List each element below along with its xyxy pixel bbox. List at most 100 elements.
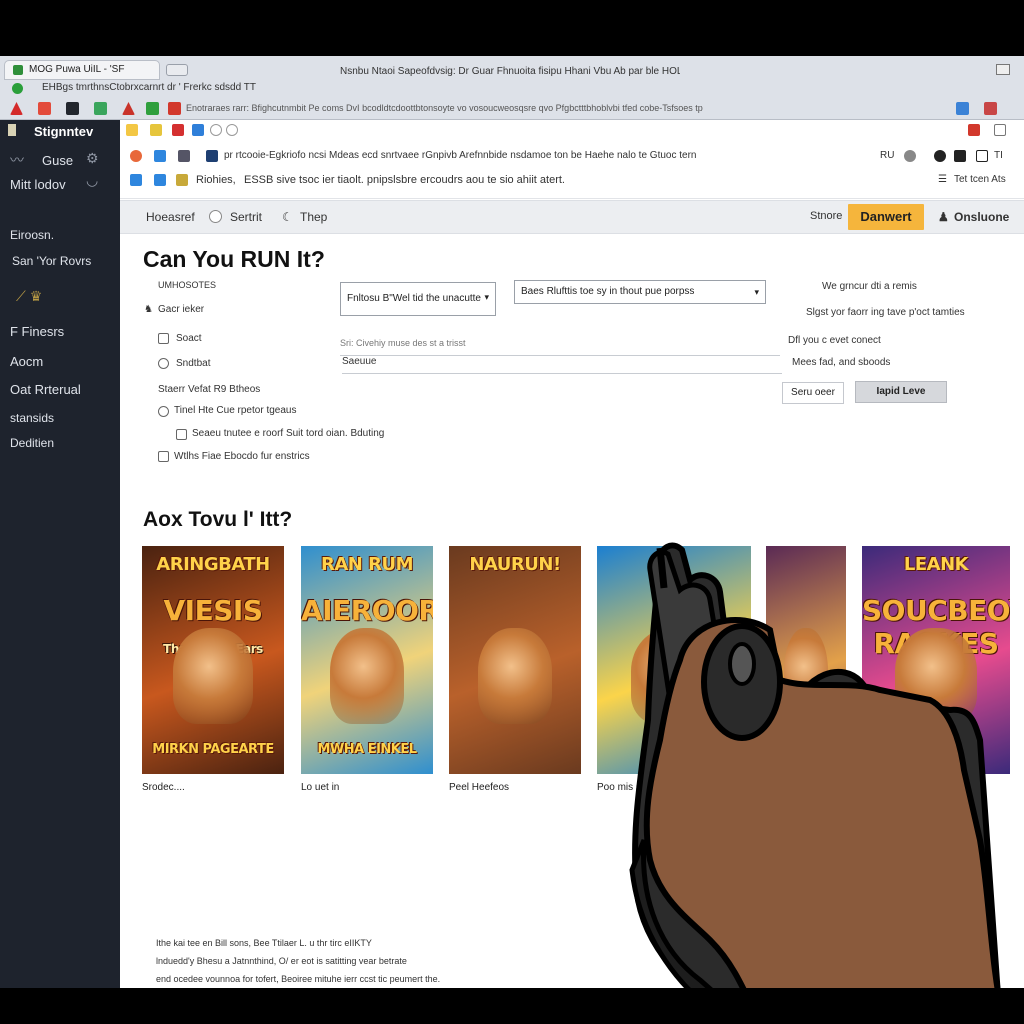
youtube-icon[interactable] [168, 102, 181, 115]
game-select-value: Fnltosu B"Wel tid the unacutte [347, 293, 481, 304]
tab-title: MOG Puwa UiIL - 'SF [29, 64, 125, 75]
extension-green-icon[interactable] [94, 102, 107, 115]
game-card-caption[interactable]: Peel Heefeos [449, 782, 509, 793]
game-card[interactable]: LEANKSOUCBEOY RAOKESOIVERSICK DIFE [862, 546, 1010, 774]
chat-icon[interactable] [154, 150, 166, 162]
address-bar[interactable]: EHBgs tmrthnsCtobrxcarnrt dr ' Frerkc sd… [4, 80, 1020, 98]
window-control-button[interactable] [996, 64, 1010, 75]
game-card-caption[interactable]: Srodec.... [142, 782, 185, 793]
game-card-caption[interactable]: Poo mis ster [597, 782, 653, 793]
game-card[interactable]: ARINGBATHVIESISThar Boors EarsMIRKN PAGE… [142, 546, 284, 774]
game-card[interactable]: RAN RUM AIEROOR MWHA EINKEL [301, 546, 433, 774]
check-2-box[interactable] [176, 429, 187, 440]
game-card-caption[interactable]: Lo uet in [301, 782, 339, 793]
sidebar-item-san-yor-rovrs[interactable]: San 'Yor Rovrs [12, 254, 91, 268]
bookmarks-row-2-right[interactable]: Tet tcen Ats [954, 174, 1006, 185]
game-card-art-text: MIRKN PAGEARTE [152, 742, 274, 757]
help-icon[interactable]: ☾ [282, 210, 293, 224]
game-card-character-art [330, 628, 404, 724]
sidebar-item-mitt[interactable]: Mitt lodov [10, 177, 66, 192]
account-icon[interactable]: ♟ [938, 210, 949, 224]
radio-2-label: Tinel Hte Cue rpetor tgeaus [174, 405, 297, 416]
check-3-box[interactable] [158, 451, 169, 462]
sidebar-item-eiroosn[interactable]: Eiroosn. [10, 228, 54, 242]
spec-input-hint[interactable]: Sri: Civehiy muse des st a trisst [340, 338, 780, 356]
bookmarks-row-2-text[interactable]: ESSB sive tsoc ier tiaolt. pnipslsbre er… [244, 174, 804, 186]
rapid-button[interactable]: Iapid Leve [855, 381, 947, 403]
group-label: Staerr Vefat R9 Btheos [158, 384, 261, 395]
bookmark-window-icon[interactable] [994, 124, 1006, 136]
extension-blue-icon[interactable] [956, 102, 969, 115]
game-card-art-text: VIESIS [163, 594, 263, 627]
mail-icon[interactable] [130, 174, 142, 186]
profile-icon[interactable] [984, 102, 997, 115]
spec-select[interactable]: Baes Rlufttis toe sy in thout pue porpss… [514, 280, 766, 304]
top-bezel [0, 0, 1024, 56]
browser-tab[interactable]: MOG Puwa UiIL - 'SF [4, 60, 160, 80]
game-card-art-text: AIEROOR [301, 594, 433, 627]
bookmark-blue-icon[interactable] [192, 124, 204, 136]
chrome-icon[interactable] [130, 150, 142, 162]
game-card[interactable] [597, 546, 751, 774]
sidebar-item-stansids[interactable]: stansids [10, 411, 54, 425]
nav-home[interactable]: Hoeasref [146, 210, 195, 224]
nav-account[interactable]: Onsluone [954, 210, 1009, 224]
check-1-box[interactable] [158, 333, 169, 344]
chevron-down-icon: ▾ [754, 287, 759, 297]
game-card[interactable]: NAURUN! [449, 546, 581, 774]
search-toggle-icon[interactable] [209, 210, 222, 223]
bookmark-circle-icon[interactable] [226, 124, 238, 136]
sidebar-decoration-icon: ⟋ ♛ [16, 288, 43, 304]
new-tab-button[interactable] [166, 64, 188, 76]
nav-store[interactable]: Stnore [810, 210, 842, 222]
game-card-art-text: LEANK [903, 554, 969, 575]
extension-dark-icon[interactable] [66, 102, 79, 115]
extension-triangle-icon[interactable] [122, 102, 135, 115]
checkbox-icon[interactable] [976, 150, 988, 162]
settings-icon[interactable] [904, 150, 916, 162]
game-card-character-art [783, 628, 829, 724]
right-text-3: Dfl you c evet conect [788, 335, 881, 346]
radio-2[interactable] [158, 406, 169, 417]
sidebar-item-deditien[interactable]: Deditien [10, 436, 54, 450]
download-button[interactable]: Danwert [848, 204, 924, 230]
bookmark-red-icon[interactable] [172, 124, 184, 136]
bookmarks-row-1-text[interactable]: pr rtcooie-Egkriofo ncsi Mdeas ecd snrtv… [224, 150, 864, 161]
radio-1[interactable] [158, 358, 169, 369]
grid-icon[interactable] [178, 150, 190, 162]
footer-line-1: Ithe kai tee en Bill sons, Bee Ttilaer L… [156, 938, 372, 948]
browser-chrome: MOG Puwa UiIL - 'SF Nsnbu Ntaoi Sapeofdv… [0, 56, 1024, 120]
sidebar-item-finesrs[interactable]: F Finesrs [10, 324, 64, 339]
cube-icon[interactable] [176, 174, 188, 186]
footer-line-3: end ocedee vounnoa for tofert, Beoiree m… [156, 974, 441, 984]
pin-icon[interactable] [954, 150, 966, 162]
sidebar-item-rterual[interactable]: Oat Rrterual [10, 382, 81, 397]
shield-icon[interactable] [934, 150, 946, 162]
bookmarks-row-2-right-icon[interactable]: ☰ [938, 174, 947, 185]
game-select[interactable]: Fnltosu B"Wel tid the unacutte ▾ [340, 282, 496, 316]
bookmark-yellow-icon[interactable] [126, 124, 138, 136]
nav-search[interactable]: Sertrit [230, 210, 262, 224]
bookmark-folder-icon[interactable] [150, 124, 162, 136]
extension-red-icon[interactable] [38, 102, 51, 115]
game-card-character-art [894, 628, 978, 724]
game-card[interactable] [766, 546, 846, 774]
sidebar-item-aocm[interactable]: Aocm [10, 354, 43, 369]
search-button[interactable]: Seru oeer [782, 382, 844, 404]
bookmark-globe-icon[interactable] [210, 124, 222, 136]
extension-green2-icon[interactable] [146, 102, 159, 115]
alert-icon[interactable] [10, 102, 23, 115]
bookmark-ext-red-icon[interactable] [968, 124, 980, 136]
sidebar-moon-icon[interactable]: ◡ [86, 172, 98, 189]
nav-help[interactable]: Thep [300, 210, 327, 224]
bookmarks-row-2-label[interactable]: Riohies, [196, 174, 236, 186]
game-card-art-text: RAN RUM [320, 554, 414, 575]
sidebar-settings-icon[interactable]: ⚙ [86, 150, 99, 167]
doc-icon[interactable] [206, 150, 218, 162]
sidebar-item-guse[interactable]: Guse [42, 153, 73, 168]
sidebar-home-icon[interactable]: 〰 [10, 150, 24, 170]
bottom-bezel [0, 988, 1024, 1024]
bookmarks-row-1-end: TI [994, 150, 1003, 161]
chat2-icon[interactable] [154, 174, 166, 186]
spec-input[interactable]: Saeuue [342, 356, 782, 374]
